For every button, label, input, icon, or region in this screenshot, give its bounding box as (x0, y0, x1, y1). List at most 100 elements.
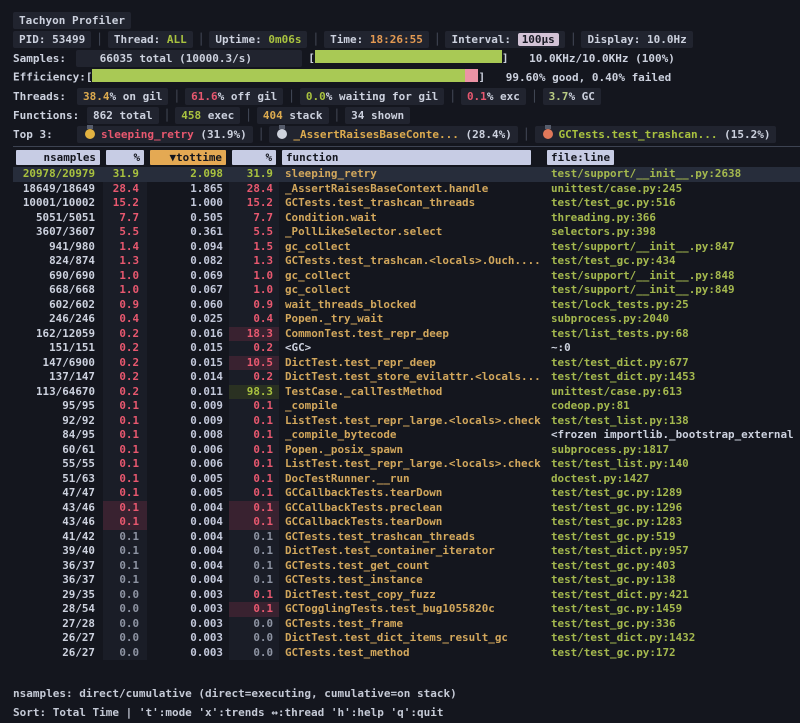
nsamples-cell: 28/54 (13, 602, 103, 617)
table-row[interactable]: 151/1510.20.0150.2<GC>~:0 (13, 341, 800, 356)
pct-cumulative-cell: 28.4 (229, 182, 279, 197)
table-row[interactable]: 5051/50517.70.5057.7Condition.waitthread… (13, 211, 800, 226)
pct-direct-cell: 15.2 (103, 196, 147, 211)
footer-legend: nsamples: direct/cumulative (direct=exec… (13, 684, 800, 703)
pct-direct-cell: 0.1 (103, 559, 147, 574)
pct-direct-cell: 0.0 (103, 646, 147, 661)
table-row[interactable]: 3607/36075.50.3615.5_PollLikeSelector.se… (13, 225, 800, 240)
tottime-cell: 0.003 (147, 602, 229, 617)
tottime-cell: 0.004 (147, 573, 229, 588)
tottime-cell: 0.004 (147, 530, 229, 545)
function-cell: Popen._try_wait (279, 312, 547, 327)
tottime-cell: 0.009 (147, 399, 229, 414)
column-header-nsamples[interactable]: nsamples (16, 150, 100, 165)
nsamples-cell: 10001/10002 (13, 196, 103, 211)
tottime-cell: 0.011 (147, 385, 229, 400)
table-row[interactable]: 84/950.10.0080.1_compile_bytecode<frozen… (13, 428, 800, 443)
pct-cumulative-cell: 0.1 (229, 559, 279, 574)
function-cell: _AssertRaisesBaseContext.handle (279, 182, 547, 197)
pct-direct-cell: 0.0 (103, 617, 147, 632)
nsamples-cell: 29/35 (13, 588, 103, 603)
table-row[interactable]: 60/610.10.0060.1Popen._posix_spawnsubpro… (13, 443, 800, 458)
pct-cumulative-cell: 1.0 (229, 283, 279, 298)
file-line-cell: test/test_gc.py:1296 (547, 501, 800, 516)
pct-direct-cell: 0.1 (103, 472, 147, 487)
table-row[interactable]: 18649/1864928.41.86528.4_AssertRaisesBas… (13, 182, 800, 197)
nsamples-cell: 47/47 (13, 486, 103, 501)
table-row[interactable]: 41/420.10.0040.1GCTests.test_trashcan_th… (13, 530, 800, 545)
nsamples-cell: 690/690 (13, 269, 103, 284)
table-row[interactable]: 824/8741.30.0821.3GCTests.test_trashcan.… (13, 254, 800, 269)
pct-direct-cell: 0.1 (103, 399, 147, 414)
column-header-pct-cumulative[interactable]: % (232, 150, 276, 165)
pct-direct-cell: 0.2 (103, 356, 147, 371)
top3-entry: GCTests.test_trashcan... (15.2%) (535, 126, 777, 143)
column-header-tottime-sorted[interactable]: ▼tottime (150, 150, 226, 165)
table-row[interactable]: 29/350.00.0030.1DictTest.test_copy_fuzzt… (13, 588, 800, 603)
separator-icon: │ (312, 33, 319, 46)
tottime-cell: 0.361 (147, 225, 229, 240)
table-row[interactable]: 47/470.10.0050.1GCCallbackTests.tearDown… (13, 486, 800, 501)
table-row[interactable]: 113/646700.20.01198.3TestCase._callTestM… (13, 385, 800, 400)
pct-cumulative-cell: 0.4 (229, 312, 279, 327)
thread-stat: 0.1% exc (461, 88, 526, 105)
tottime-cell: 0.505 (147, 211, 229, 226)
table-row[interactable]: 941/9801.40.0941.5gc_collecttest/support… (13, 240, 800, 255)
function-cell: <GC> (279, 341, 547, 356)
table-row[interactable]: 55/550.10.0060.1ListTest.test_repr_large… (13, 457, 800, 472)
table-row[interactable]: 602/6020.90.0600.9wait_threads_blockedte… (13, 298, 800, 313)
profiler-screen: Tachyon Profiler PID: 53499│Thread: ALL│… (0, 0, 800, 722)
function-cell: GCTests.test_trashcan_threads (279, 530, 547, 545)
column-header-pct-direct[interactable]: % (106, 150, 144, 165)
pct-cumulative-cell: 0.1 (229, 515, 279, 530)
table-row[interactable]: 690/6901.00.0691.0gc_collecttest/support… (13, 269, 800, 284)
separator-icon: │ (434, 33, 441, 46)
table-row[interactable]: 36/370.10.0040.1GCTests.test_instancetes… (13, 573, 800, 588)
pct-direct-cell: 1.0 (103, 283, 147, 298)
pct-direct-cell: 0.1 (103, 428, 147, 443)
table-row[interactable]: 43/460.10.0040.1GCCallbackTests.tearDown… (13, 515, 800, 530)
top3-function-name: sleeping_retry (101, 128, 200, 141)
file-line-cell: test/test_gc.py:434 (547, 254, 800, 269)
function-cell: gc_collect (279, 240, 547, 255)
file-line-cell: test/support/__init__.py:849 (547, 283, 800, 298)
tottime-cell: 0.060 (147, 298, 229, 313)
pct-direct-cell: 31.9 (103, 167, 147, 182)
file-line-cell: threading.py:366 (547, 211, 800, 226)
table-row[interactable]: 147/69000.20.01510.5DictTest.test_repr_d… (13, 356, 800, 371)
nsamples-cell: 3607/3607 (13, 225, 103, 240)
pct-cumulative-cell: 7.7 (229, 211, 279, 226)
pct-cumulative-cell: 0.1 (229, 530, 279, 545)
table-row[interactable]: 137/1470.20.0140.2DictTest.test_store_ev… (13, 370, 800, 385)
table-row[interactable]: 20978/2097931.92.09831.9sleeping_retryte… (13, 167, 800, 182)
nsamples-cell: 113/64670 (13, 385, 103, 400)
table-header: nsamples % ▼tottime % function file:line (13, 149, 800, 166)
table-row[interactable]: 26/270.00.0030.0GCTests.test_methodtest/… (13, 646, 800, 661)
file-line-cell: test/support/__init__.py:2638 (547, 167, 800, 182)
table-row[interactable]: 162/120590.20.01618.3CommonTest.test_rep… (13, 327, 800, 342)
status-display: Display: 10.0Hz (581, 31, 692, 48)
tottime-cell: 0.006 (147, 443, 229, 458)
efficiency-summary: 99.60% good, 0.40% failed (506, 71, 672, 84)
table-row[interactable]: 92/920.10.0090.1ListTest.test_repr_large… (13, 414, 800, 429)
separator-icon: │ (523, 128, 530, 141)
function-cell: _compile_bytecode (279, 428, 547, 443)
table-row[interactable]: 43/460.10.0040.1GCCallbackTests.preclean… (13, 501, 800, 516)
table-row[interactable]: 246/2460.40.0250.4Popen._try_waitsubproc… (13, 312, 800, 327)
table-row[interactable]: 36/370.10.0040.1GCTests.test_get_countte… (13, 559, 800, 574)
status-time-label: Time: (330, 33, 370, 46)
table-row[interactable]: 27/280.00.0030.0GCTests.test_frametest/t… (13, 617, 800, 632)
table-row[interactable]: 51/630.10.0050.1DocTestRunner.__rundocte… (13, 472, 800, 487)
column-header-file-line[interactable]: file:line (547, 150, 614, 165)
table-row[interactable]: 668/6681.00.0671.0gc_collecttest/support… (13, 283, 800, 298)
table-row[interactable]: 39/400.10.0040.1DictTest.test_container_… (13, 544, 800, 559)
table-row[interactable]: 10001/1000215.21.00015.2GCTests.test_tra… (13, 196, 800, 211)
function-stat-value: 404 (263, 109, 283, 122)
separator-icon: │ (531, 90, 538, 103)
table-row[interactable]: 26/270.00.0030.0DictTest.test_dict_items… (13, 631, 800, 646)
table-row[interactable]: 95/950.10.0090.1_compilecodeop.py:81 (13, 399, 800, 414)
status-uptime: Uptime: 0m06s (209, 31, 307, 48)
table-row[interactable]: 28/540.00.0030.1GCTogglingTests.test_bug… (13, 602, 800, 617)
column-header-function[interactable]: function (282, 150, 531, 165)
tottime-cell: 0.006 (147, 457, 229, 472)
